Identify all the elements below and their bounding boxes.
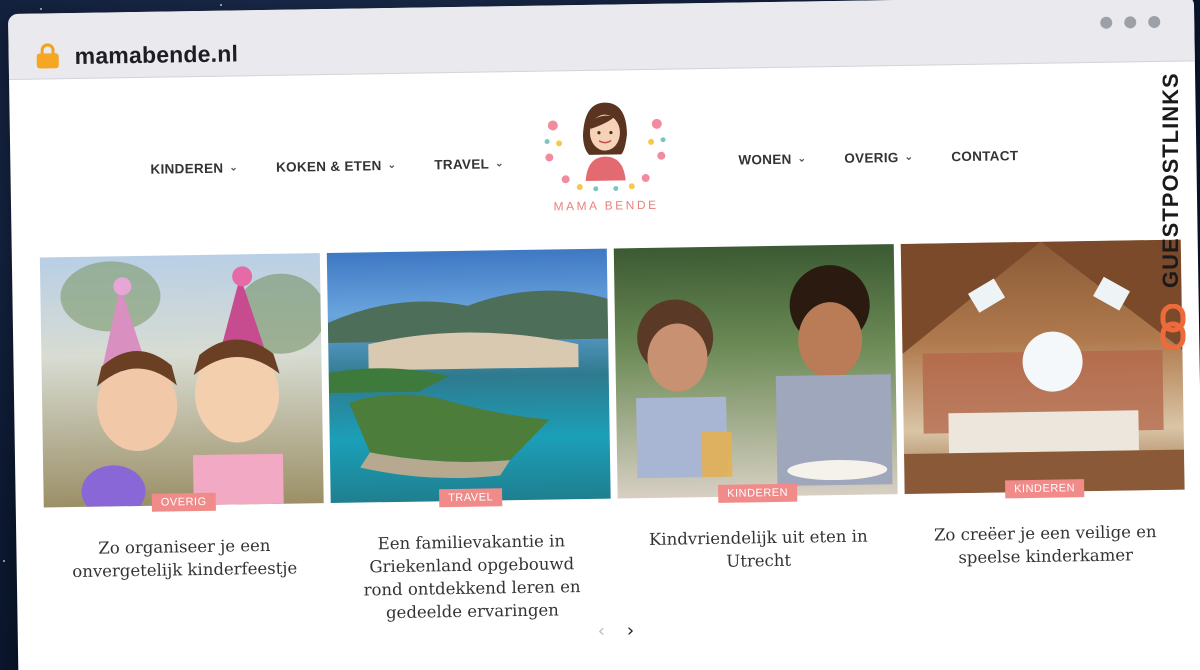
logo-wordmark: MAMA BENDE xyxy=(553,197,659,214)
site-logo[interactable]: MAMA BENDE xyxy=(529,93,681,231)
chevron-left-icon[interactable]: ‹ xyxy=(598,621,606,642)
nav-item-label: TRAVEL xyxy=(434,156,490,173)
nav-item-label: KOKEN & ETEN xyxy=(275,158,382,175)
post-image-party[interactable] xyxy=(39,253,324,508)
browser-window: mamabende.nl KINDEREN ⌄ KOKEN & ETEN ⌄ T… xyxy=(8,0,1200,670)
nav-item-label: CONTACT xyxy=(951,148,1019,165)
post-card[interactable]: KINDEREN Kindvriendelijk uit eten in Utr… xyxy=(613,244,900,620)
nav-item-overig[interactable]: OVERIG ⌄ xyxy=(844,150,913,166)
post-title[interactable]: Kindvriendelijk uit eten in Utrecht xyxy=(618,524,899,574)
watermark-text: GUESTPOSTLINKS xyxy=(1158,72,1183,288)
nav-item-label: OVERIG xyxy=(844,150,899,166)
post-card[interactable]: TRAVEL Een familievakantie in Griekenlan… xyxy=(326,248,613,625)
main-nav-left: KINDEREN ⌄ KOKEN & ETEN ⌄ TRAVEL ⌄ xyxy=(150,156,504,177)
post-title[interactable]: Zo organiseer je een onvergetelijk kinde… xyxy=(44,533,325,583)
guestpostlinks-watermark: GUESTPOSTLINKS xyxy=(1156,60,1192,360)
post-image-restaurant[interactable] xyxy=(613,244,898,499)
post-image-greece[interactable] xyxy=(326,248,611,503)
nav-item-koken-eten[interactable]: KOKEN & ETEN ⌄ xyxy=(276,158,397,175)
chevron-down-icon: ⌄ xyxy=(229,162,239,174)
window-dot-icon[interactable] xyxy=(1124,16,1137,29)
category-badge[interactable]: KINDEREN xyxy=(1005,479,1085,499)
nav-item-wonen[interactable]: WONEN ⌄ xyxy=(738,151,807,168)
post-card[interactable]: KINDEREN Zo creëer je een veilige en spe… xyxy=(900,239,1187,616)
mama-illustration-icon xyxy=(544,102,666,192)
chevron-down-icon: ⌄ xyxy=(495,158,504,170)
carousel-pager: ‹ › xyxy=(598,620,635,642)
main-nav-right: WONEN ⌄ OVERIG ⌄ CONTACT xyxy=(738,148,1018,167)
lock-icon xyxy=(36,43,59,69)
featured-posts-carousel: OVERIG Zo organiseer je een onvergetelij… xyxy=(39,239,1187,630)
nav-item-travel[interactable]: TRAVEL ⌄ xyxy=(434,156,504,172)
chevron-down-icon: ⌄ xyxy=(904,151,914,163)
chevron-right-icon[interactable]: › xyxy=(627,620,635,641)
nav-item-kinderen[interactable]: KINDEREN ⌄ xyxy=(150,160,239,177)
nav-item-label: KINDEREN xyxy=(150,160,224,177)
category-badge[interactable]: OVERIG xyxy=(151,492,216,512)
post-title[interactable]: Een familievakantie in Griekenland opgeb… xyxy=(331,529,612,625)
post-card[interactable]: OVERIG Zo organiseer je een onvergetelij… xyxy=(39,253,326,629)
chevron-down-icon: ⌄ xyxy=(797,153,807,165)
window-dot-icon[interactable] xyxy=(1100,16,1113,29)
post-image-kidsroom[interactable] xyxy=(900,239,1185,494)
nav-item-label: WONEN xyxy=(738,151,792,168)
window-controls xyxy=(1100,15,1161,29)
link-chain-icon xyxy=(1160,304,1186,350)
nav-item-contact[interactable]: CONTACT xyxy=(951,148,1018,164)
address-bar-url[interactable]: mamabende.nl xyxy=(74,40,238,70)
chevron-down-icon: ⌄ xyxy=(387,159,397,172)
post-title[interactable]: Zo creëer je een veilige en speelse kind… xyxy=(905,520,1186,570)
window-dot-icon[interactable] xyxy=(1148,15,1161,29)
website-content: KINDEREN ⌄ KOKEN & ETEN ⌄ TRAVEL ⌄ MAMA … xyxy=(9,61,1200,670)
category-badge[interactable]: KINDEREN xyxy=(718,483,798,503)
category-badge[interactable]: TRAVEL xyxy=(439,488,503,508)
